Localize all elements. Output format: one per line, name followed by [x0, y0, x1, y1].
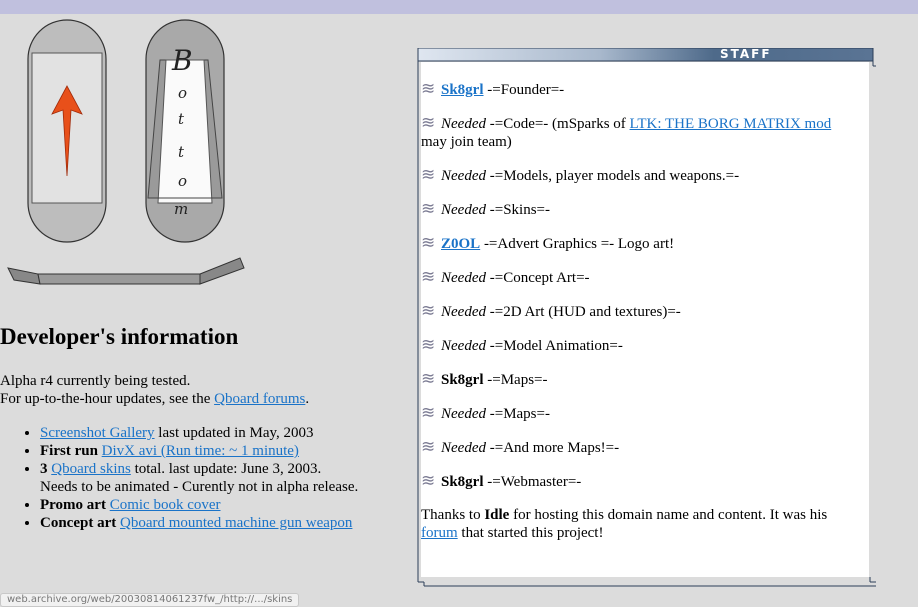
needed-label: Needed [441, 270, 486, 286]
logo-letter: t [178, 143, 185, 161]
wave-icon: ≋ [421, 335, 436, 354]
staff-entry: ≋ Needed -=Code=- (mSparks of LTK: THE B… [421, 114, 861, 151]
wave-icon: ≋ [421, 199, 436, 218]
staff-name: Sk8grl [441, 372, 484, 388]
staff-entry: ≋ Needed -=Model Animation=- [421, 336, 861, 355]
wave-icon: ≋ [421, 113, 436, 132]
staff-entry: ≋ Needed -=Models, player models and wea… [421, 166, 861, 185]
staff-entry: ≋ Needed -=Skins=- [421, 200, 861, 219]
item-bold: First run [40, 443, 98, 459]
staff-role: -=Advert Graphics =- Logo art! [480, 236, 675, 252]
staff-role: -=And more Maps!=- [485, 440, 620, 456]
staff-entry: ≋ Sk8grl -=Founder=- [421, 80, 861, 99]
staff-role: -=Code=- (mSparks of [485, 116, 630, 132]
wave-icon: ≋ [421, 369, 436, 388]
updates-suffix: . [305, 391, 310, 407]
staff-role: -=2D Art (HUD and textures)=- [485, 304, 681, 320]
logo-letter: o [178, 84, 187, 102]
logo-letter: t [178, 110, 185, 128]
logo-letter: o [178, 172, 187, 190]
staff-entry: ≋ Sk8grl -=Webmaster=- [421, 472, 861, 491]
needed-label: Needed [441, 338, 486, 354]
staff-header-title: STAFF [720, 47, 772, 61]
staff-entry: ≋ Needed -=Maps=- [421, 404, 861, 423]
wave-icon: ≋ [421, 165, 436, 184]
staff-role-cont: may join team) [421, 134, 512, 150]
qboard-skins-link[interactable]: Qboard skins [51, 461, 131, 477]
staff-entry: ≋ Needed -=And more Maps!=- [421, 438, 861, 457]
machine-gun-weapon-link[interactable]: Qboard mounted machine gun weapon [120, 515, 352, 531]
item-bold: Concept art [40, 515, 117, 531]
logo-letter: B [171, 44, 193, 77]
staff-entry: ≋ Sk8grl -=Maps=- [421, 370, 861, 389]
staff-role: -=Maps=- [485, 406, 550, 422]
developer-list: Screenshot Gallery last updated in May, … [0, 424, 440, 532]
wave-icon: ≋ [421, 471, 436, 490]
needed-label: Needed [441, 168, 486, 184]
needed-label: Needed [441, 202, 486, 218]
staff-entry: ≋ Needed -=Concept Art=- [421, 268, 861, 287]
updates-prefix: For up-to-the-hour updates, see the [0, 391, 211, 407]
list-item: Screenshot Gallery last updated in May, … [40, 424, 440, 442]
wave-icon: ≋ [421, 403, 436, 422]
item-note: Needs to be animated - Curently not in a… [40, 479, 359, 495]
staff-name: Sk8grl [441, 474, 484, 490]
status-line: Alpha r4 currently being tested. [0, 373, 191, 389]
sk8grl-link[interactable]: Sk8grl [441, 82, 484, 98]
staff-entry: ≋ Needed -=2D Art (HUD and textures)=- [421, 302, 861, 321]
list-item: Concept art Qboard mounted machine gun w… [40, 514, 440, 532]
forum-link[interactable]: forum [421, 525, 458, 541]
staff-entry: ≋ Z0OL -=Advert Graphics =- Logo art! [421, 234, 861, 253]
ltk-borg-matrix-link[interactable]: LTK: THE BORG MATRIX mod [630, 116, 832, 132]
thanks-name: Idle [484, 507, 510, 523]
thanks-prefix: Thanks to [421, 507, 485, 523]
needed-label: Needed [441, 406, 486, 422]
staff-role: -=Concept Art=- [485, 270, 590, 286]
screenshot-gallery-link[interactable]: Screenshot Gallery [40, 425, 155, 441]
needed-label: Needed [441, 440, 486, 456]
wave-icon: ≋ [421, 233, 436, 252]
wave-icon: ≋ [421, 437, 436, 456]
wave-icon: ≋ [421, 301, 436, 320]
qboard-forums-link[interactable]: Qboard forums [214, 391, 305, 407]
item-text: last updated in May, 2003 [154, 425, 314, 441]
item-bold: Promo art [40, 497, 106, 513]
wave-icon: ≋ [421, 79, 436, 98]
needed-label: Needed [441, 304, 486, 320]
staff-role: -=Model Animation=- [485, 338, 623, 354]
developer-status: Alpha r4 currently being tested. For up-… [0, 372, 309, 408]
developer-info-title: Developer's information [0, 324, 239, 349]
comic-book-cover-link[interactable]: Comic book cover [110, 497, 221, 513]
list-item: 3 Qboard skins total. last update: June … [40, 460, 440, 496]
wave-icon: ≋ [421, 267, 436, 286]
status-bar-url: web.archive.org/web/20030814061237fw_/ht… [0, 593, 300, 607]
staff-role: -=Models, player models and weapons.=- [485, 168, 740, 184]
item-bold: 3 [40, 461, 48, 477]
divx-avi-link[interactable]: DivX avi (Run time: ~ 1 minute) [102, 443, 299, 459]
item-text: total. last update: June 3, 2003. [130, 461, 322, 477]
board-side-view [7, 257, 245, 285]
thanks-suffix: that started this project! [457, 525, 604, 541]
thanks-mid: for hosting this domain name and content… [509, 507, 828, 523]
thanks-note: Thanks to Idle for hosting this domain n… [421, 506, 861, 542]
list-item: First run DivX avi (Run time: ~ 1 minute… [40, 442, 440, 460]
staff-role: -=Webmaster=- [483, 474, 582, 490]
staff-role: -=Founder=- [483, 82, 565, 98]
skateboard-logo: B o t t o m [7, 19, 245, 285]
staff-role: -=Maps=- [483, 372, 548, 388]
z0ol-link[interactable]: Z0OL [441, 236, 480, 252]
top-bar [0, 0, 918, 14]
needed-label: Needed [441, 116, 486, 132]
list-item: Promo art Comic book cover [40, 496, 440, 514]
logo-letter: m [174, 200, 188, 218]
staff-panel: ≋ Sk8grl -=Founder=- ≋ Needed -=Code=- (… [421, 62, 869, 577]
staff-role: -=Skins=- [485, 202, 550, 218]
